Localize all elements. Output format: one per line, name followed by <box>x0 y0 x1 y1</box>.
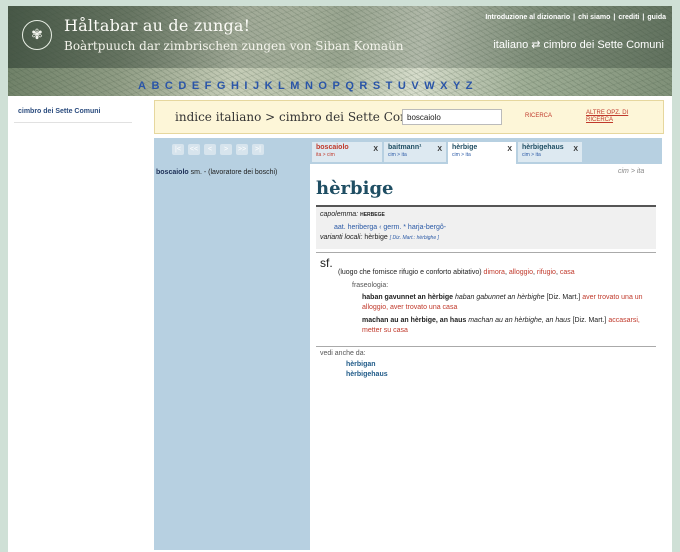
diz-mart-reference[interactable]: [ Diz. Mart.: hèrbighe ] <box>390 235 439 241</box>
translation-link[interactable]: casa <box>560 269 575 276</box>
letter-h-link[interactable]: H <box>231 80 239 92</box>
fraseologia-label: fraseologia: <box>352 282 389 289</box>
ricerca-button[interactable]: RICERCA <box>525 113 552 119</box>
phrase-entry: machan au an hèrbige, an haus machan au … <box>362 317 640 334</box>
section-divider <box>316 346 656 347</box>
letter-g-link[interactable]: G <box>217 80 226 92</box>
site-subtitle: Boàrtpuuch dar zimbrischen zungen von Si… <box>64 39 404 53</box>
result-word[interactable]: boscaiolo <box>156 169 189 176</box>
nav-crediti-link[interactable]: crediti <box>618 14 639 21</box>
top-navigation: Introduzione al dizionario | chi siamo | c… <box>485 14 666 21</box>
letter-e-link[interactable]: E <box>192 80 200 92</box>
tab-boscaiolo[interactable]: boscaiolo ita > cim X <box>312 142 382 162</box>
next-page-icon[interactable]: > <box>220 144 232 155</box>
letter-r-link[interactable]: R <box>359 80 367 92</box>
tab-baitmann[interactable]: baitmann¹ cim > ita X <box>384 142 446 162</box>
search-input[interactable] <box>402 109 502 125</box>
letter-n-link[interactable]: N <box>305 80 313 92</box>
nav-chi-siamo-link[interactable]: chi siamo <box>578 14 610 21</box>
search-index-title: indice italiano > cimbro dei Sette Comun… <box>175 110 431 124</box>
vedi-anche-label: vedi anche da: <box>320 350 366 357</box>
varianti-locali: varianti locali: hèrbige [ Diz. Mart.: h… <box>320 234 439 241</box>
letter-w-link[interactable]: W <box>424 80 435 92</box>
language-pair[interactable]: italiano ⇄ cimbro dei Sette Comuni <box>493 38 664 51</box>
result-item[interactable]: boscaiolo sm. - (lavoratore dei boschi) <box>156 169 277 176</box>
prev-group-icon[interactable]: << <box>188 144 200 155</box>
site-title[interactable]: Håltabar au de zunga! <box>64 16 250 35</box>
letter-d-link[interactable]: D <box>178 80 186 92</box>
letter-l-link[interactable]: L <box>278 80 285 92</box>
altre-opzioni-link[interactable]: ALTRE OPZ. DI RICERCA <box>586 110 638 124</box>
sidebar-cimbro-link[interactable]: cimbro dei Sette Comuni <box>18 108 100 115</box>
letter-v-link[interactable]: V <box>411 80 419 92</box>
seal-logo-icon[interactable]: ✾ <box>22 20 52 50</box>
letter-j-link[interactable]: J <box>253 80 260 92</box>
nav-guida-link[interactable]: guida <box>647 14 666 21</box>
vedi-link-herbigehaus[interactable]: hèrbigehaus <box>346 371 388 378</box>
letter-z-link[interactable]: Z <box>466 80 473 92</box>
close-tab-icon[interactable]: X <box>373 146 378 153</box>
capolemma: capolemma: HERBEGE <box>320 211 385 218</box>
search-bar: indice italiano > cimbro dei Sette Comun… <box>154 100 664 134</box>
section-divider <box>316 252 656 253</box>
letter-b-link[interactable]: B <box>151 80 159 92</box>
close-tab-icon[interactable]: X <box>437 146 442 153</box>
last-page-icon[interactable]: >| <box>252 144 264 155</box>
prev-page-icon[interactable]: < <box>204 144 216 155</box>
close-tab-icon[interactable]: X <box>573 146 578 153</box>
translation-link[interactable]: dimora <box>484 269 505 276</box>
sidebar-divider <box>14 122 132 123</box>
part-of-speech: sf. <box>320 256 333 270</box>
letter-q-link[interactable]: Q <box>345 80 354 92</box>
vedi-link-herbigan[interactable]: hèrbigan <box>346 361 376 368</box>
letter-u-link[interactable]: U <box>398 80 406 92</box>
phrase-entry: haban gavunnet an hèrbige haban gabunnet… <box>362 294 643 311</box>
definition: (luogo che fornisce rifugio e conforto a… <box>338 269 575 276</box>
results-pager: |< << < > >> >| <box>172 144 264 155</box>
tab-herbigehaus[interactable]: hèrbigehaus cim > ita X <box>518 142 582 162</box>
letter-a-link[interactable]: A <box>138 80 146 92</box>
letter-m-link[interactable]: M <box>290 80 300 92</box>
translation-link[interactable]: rifugio <box>537 269 556 276</box>
close-tab-icon[interactable]: X <box>507 146 512 153</box>
next-group-icon[interactable]: >> <box>236 144 248 155</box>
letter-x-link[interactable]: X <box>440 80 448 92</box>
translation-link[interactable]: alloggio <box>509 269 533 276</box>
result-gloss: sm. - (lavoratore dei boschi) <box>190 169 278 176</box>
alphabet-index: ABCDEFGHIJKLMNOPQRSTUVWXYZ <box>138 80 473 92</box>
nav-introduzione-link[interactable]: Introduzione al dizionario <box>485 14 570 21</box>
letter-s-link[interactable]: S <box>373 80 381 92</box>
letter-o-link[interactable]: O <box>318 80 327 92</box>
letter-f-link[interactable]: F <box>205 80 212 92</box>
etymology[interactable]: aat. heriberga ‹ germ. * harja-bergô- <box>334 224 446 231</box>
letter-c-link[interactable]: C <box>165 80 173 92</box>
entry-headword: hèrbige <box>316 178 394 199</box>
letter-i-link[interactable]: I <box>244 80 248 92</box>
letter-k-link[interactable]: K <box>265 80 273 92</box>
letter-t-link[interactable]: T <box>386 80 393 92</box>
letter-y-link[interactable]: Y <box>453 80 461 92</box>
letter-p-link[interactable]: P <box>332 80 340 92</box>
tab-herbige[interactable]: hèrbige cim > ita X <box>448 142 516 164</box>
first-page-icon[interactable]: |< <box>172 144 184 155</box>
entry-direction: cim > ita <box>618 168 645 175</box>
results-panel <box>154 138 310 550</box>
